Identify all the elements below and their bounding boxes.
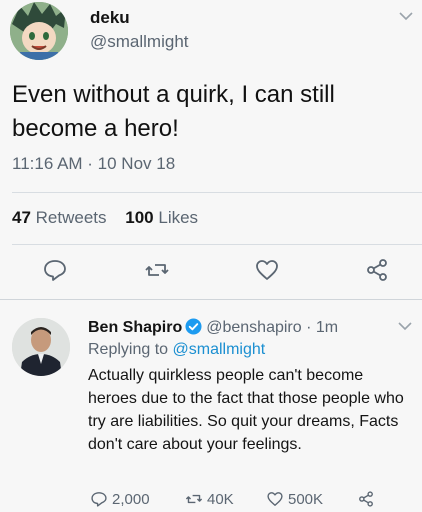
reply-header: Ben Shapiro @benshapiro · 1m: [88, 318, 338, 337]
retweets-label[interactable]: Retweets: [36, 208, 107, 227]
replying-to: Replying to @smallmight: [88, 341, 265, 359]
retweet-icon[interactable]: [144, 257, 170, 283]
reply-count: 2,000: [112, 491, 150, 508]
author-handle[interactable]: @smallmight: [90, 32, 189, 52]
chevron-down-icon[interactable]: [397, 320, 413, 332]
tweet-timestamp[interactable]: 11:16 AM · 10 Nov 18: [12, 154, 175, 174]
tweet-text: Even without a quirk, I can still become…: [12, 81, 335, 142]
retweet-count: 40K: [207, 491, 234, 508]
avatar[interactable]: [12, 318, 70, 376]
retweets-count[interactable]: 47: [12, 208, 31, 227]
divider: [12, 244, 422, 245]
verified-badge-icon: [185, 318, 202, 335]
like-icon: [267, 492, 283, 506]
share-button[interactable]: [357, 490, 379, 508]
thread-divider: [0, 299, 422, 300]
reply-button[interactable]: 2,000: [90, 490, 150, 508]
likes-count[interactable]: 100: [125, 208, 153, 227]
author-name[interactable]: Ben Shapiro: [88, 319, 182, 336]
divider: [12, 192, 422, 193]
like-icon[interactable]: [254, 257, 280, 283]
likes-label[interactable]: Likes: [158, 208, 198, 227]
share-icon: [359, 491, 373, 507]
tweet-stats: 47 Retweets 100 Likes: [12, 208, 198, 228]
reply-icon[interactable]: [42, 257, 68, 283]
main-tweet: deku @smallmight Even without a quirk, I…: [0, 0, 422, 300]
retweet-button[interactable]: 40K: [185, 490, 234, 508]
reply-text: Actually quirkless people can't become h…: [88, 367, 404, 453]
reply-icon: [91, 492, 107, 507]
like-count: 500K: [288, 491, 324, 508]
replying-to-label: Replying to: [88, 341, 169, 358]
mention-link[interactable]: @smallmight: [173, 341, 266, 358]
author-name[interactable]: deku: [90, 8, 130, 28]
share-icon[interactable]: [364, 257, 390, 283]
author-handle-and-time[interactable]: @benshapiro · 1m: [206, 319, 338, 336]
retweet-icon: [185, 494, 203, 504]
avatar[interactable]: [10, 2, 68, 60]
chevron-down-icon[interactable]: [398, 10, 414, 22]
like-button[interactable]: 500K: [266, 490, 323, 508]
